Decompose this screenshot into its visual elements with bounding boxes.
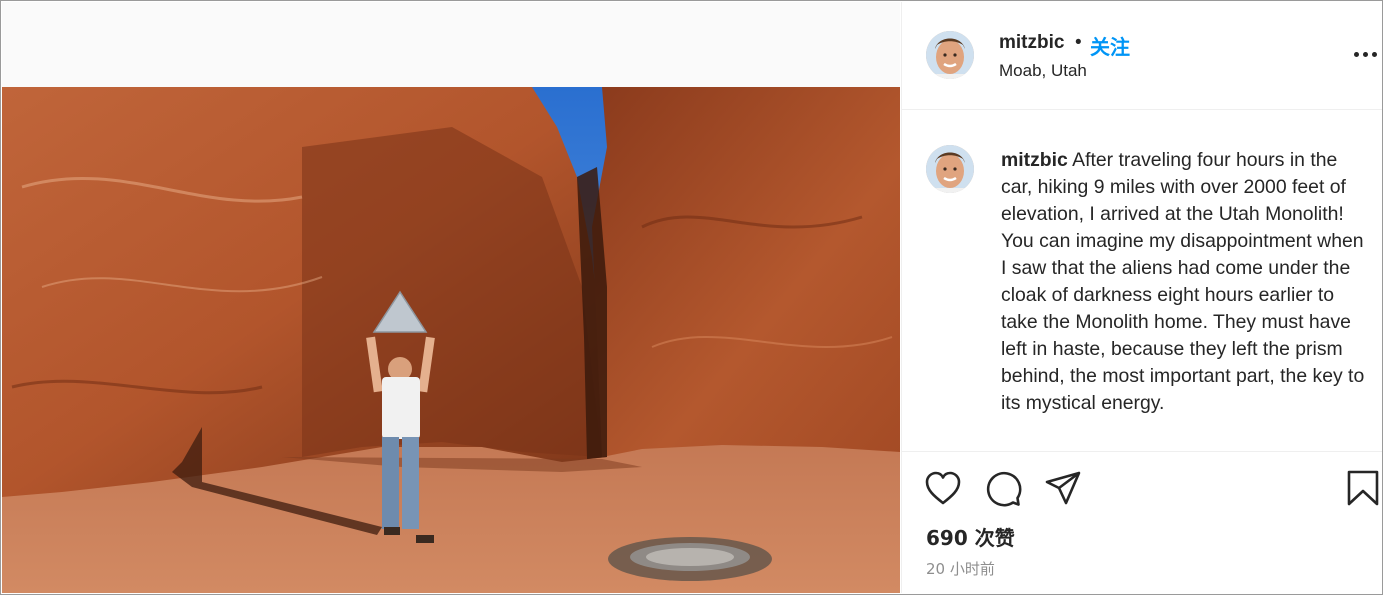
post-photo[interactable] — [2, 87, 900, 593]
comments-section: mitzbic After traveling four hours in th… — [902, 110, 1382, 452]
post-details-panel: mitzbic • 关注 Moab, Utah mitzbic After tr… — [901, 2, 1382, 593]
profile-photo — [926, 145, 974, 193]
more-options-icon[interactable] — [1354, 52, 1378, 60]
location-link[interactable]: Moab, Utah — [999, 61, 1087, 81]
post-caption: mitzbic After traveling four hours in th… — [1001, 147, 1367, 417]
post-header: mitzbic • 关注 Moab, Utah — [902, 2, 1382, 110]
share-icon[interactable] — [1044, 470, 1082, 506]
caption-username[interactable]: mitzbic — [1001, 149, 1068, 171]
heart-icon[interactable] — [924, 470, 962, 506]
post-author-username[interactable]: mitzbic — [999, 32, 1064, 54]
post-actions: 690 次赞 20 小时前 — [902, 452, 1382, 593]
post-window: mitzbic • 关注 Moab, Utah mitzbic After tr… — [0, 0, 1383, 595]
canyon-photo — [2, 87, 900, 593]
bookmark-icon[interactable] — [1346, 469, 1380, 507]
post-media — [2, 2, 900, 593]
profile-photo — [926, 31, 974, 79]
comment-icon[interactable] — [984, 470, 1022, 508]
caption-text: After traveling four hours in the car, h… — [1001, 149, 1365, 414]
follow-button[interactable]: 关注 — [1090, 31, 1130, 60]
likes-count[interactable]: 690 次赞 — [926, 522, 1015, 551]
separator-dot: • — [1075, 32, 1082, 53]
post-timestamp[interactable]: 20 小时前 — [926, 558, 995, 579]
caption-avatar[interactable] — [926, 145, 974, 193]
avatar[interactable] — [926, 31, 974, 79]
